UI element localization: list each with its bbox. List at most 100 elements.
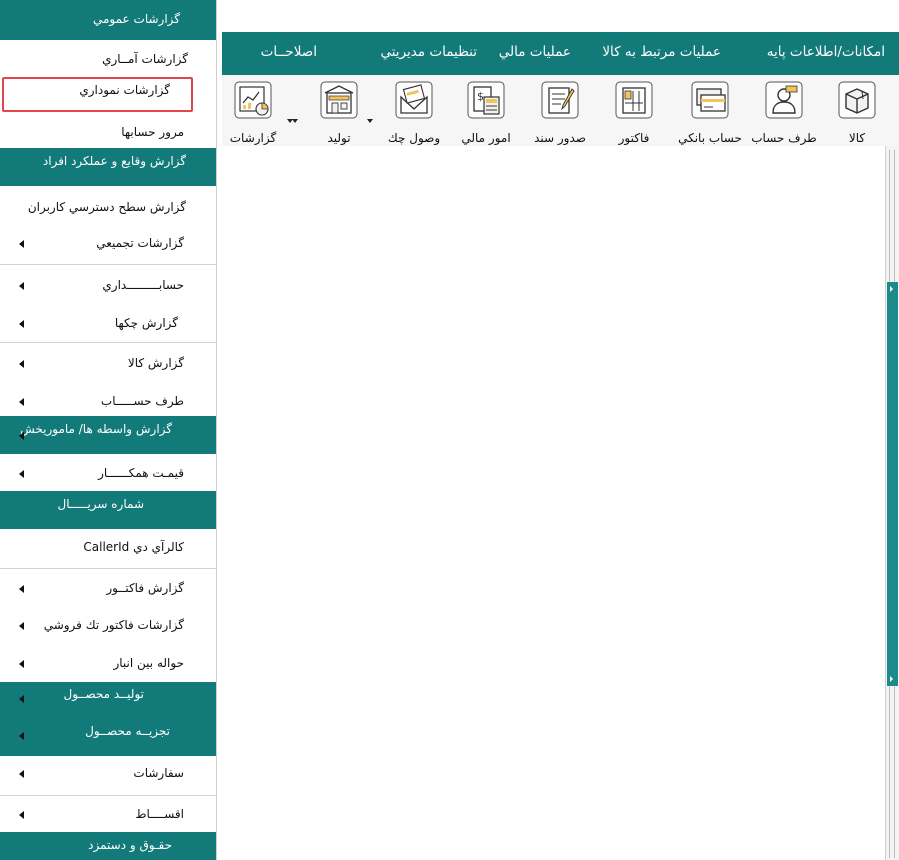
invoice-icon bbox=[615, 81, 653, 119]
sidebar-item-label: گزارش كالا bbox=[127, 356, 184, 370]
expand-arrow-icon bbox=[19, 432, 24, 440]
divider bbox=[0, 264, 216, 265]
toolbar-label: وصول چك bbox=[387, 131, 441, 145]
toolbar-receive-cheque-button[interactable]: وصول چك bbox=[367, 81, 449, 145]
expand-arrow-icon bbox=[19, 811, 24, 819]
sidebar-header-label: شماره سريـــــال bbox=[57, 497, 144, 511]
sidebar-header-product-decomposition[interactable]: تجزيــه محصــول bbox=[0, 720, 216, 756]
sidebar-item-single-sale-invoice[interactable]: گزارشات فاكتور تك فروشي bbox=[0, 612, 216, 642]
sidebar-item-counterparty[interactable]: طرف حســـــاب bbox=[0, 386, 216, 416]
toolbar-label: صدور سند bbox=[534, 131, 586, 145]
svg-text:$: $ bbox=[477, 90, 484, 103]
toolbar-label: توليد bbox=[327, 131, 351, 145]
sidebar-item-accounts-review[interactable]: مرور حسابها bbox=[0, 114, 216, 150]
toolbar-issue-voucher-button[interactable]: صدور سند bbox=[525, 81, 595, 145]
divider bbox=[0, 795, 216, 796]
scroll-up-arrow-icon bbox=[890, 286, 893, 292]
scroll-down-arrow-icon bbox=[890, 676, 893, 682]
sidebar-item-goods-report[interactable]: گزارش كالا bbox=[0, 348, 216, 378]
menu-management-settings[interactable]: تنظيمات مديريتي bbox=[380, 44, 477, 60]
expand-arrow-icon bbox=[19, 470, 24, 478]
sidebar: گزارشات عمومي گزارشات آمــاري گزارشات نم… bbox=[0, 0, 216, 860]
calculator-icon: $ bbox=[467, 81, 505, 119]
sidebar-item-statistical-reports[interactable]: گزارشات آمــاري bbox=[0, 40, 216, 78]
toolbar-reports-button[interactable]: گزارشات bbox=[218, 81, 293, 145]
sidebar-item-label: گزارش فاكتــور bbox=[106, 581, 184, 595]
sidebar-item-label: كالرآي دي CallerId bbox=[83, 540, 184, 554]
box-icon bbox=[838, 81, 876, 119]
sidebar-header-label: گزارش واسطه ها/ ماموريخش bbox=[20, 422, 172, 436]
expand-arrow-icon bbox=[19, 622, 24, 630]
sidebar-item-label: قيمـت همكــــــار bbox=[98, 466, 184, 480]
scroll-thumb[interactable] bbox=[887, 282, 898, 686]
toolbar-bank-account-button[interactable]: حساب بانكي bbox=[675, 81, 745, 145]
sidebar-header-agents-report[interactable]: گزارش واسطه ها/ ماموريخش bbox=[0, 416, 216, 454]
menu-corrections[interactable]: اصلاحــات bbox=[261, 44, 317, 60]
sidebar-item-orders[interactable]: سفارشات bbox=[0, 760, 216, 790]
sidebar-item-cheques-report[interactable]: گزارش چكها bbox=[0, 308, 216, 338]
cheque-envelope-icon bbox=[395, 81, 433, 119]
sidebar-header-events-report[interactable]: گزارش وقايع و عملكرد افراد bbox=[0, 148, 216, 186]
expand-arrow-icon bbox=[19, 360, 24, 368]
sidebar-item-label: گزارشات تجميعي bbox=[96, 236, 184, 250]
expand-arrow-icon bbox=[19, 282, 24, 290]
expand-arrow-icon bbox=[19, 770, 24, 778]
menu-goods-operations[interactable]: عمليات مرتبط به كالا bbox=[602, 44, 721, 60]
divider bbox=[0, 568, 216, 569]
menu-basic-info[interactable]: امكانات/اطلاعات پايه bbox=[767, 44, 885, 60]
toolbar-financial-affairs-button[interactable]: $ امور مالي bbox=[451, 81, 521, 145]
document-pen-icon bbox=[541, 81, 579, 119]
sidebar-header-label: توليــد محصــول bbox=[63, 687, 145, 701]
sidebar-header-label: گزارشات عمومي bbox=[92, 12, 180, 26]
sidebar-item-partner-price[interactable]: قيمـت همكــــــار bbox=[0, 460, 216, 490]
factory-icon bbox=[320, 81, 358, 119]
main-menu-bar: امكانات/اطلاعات پايه عمليات مرتبط به كال… bbox=[222, 32, 899, 75]
sidebar-item-installments[interactable]: اقســــاط bbox=[0, 801, 216, 829]
expand-arrow-icon bbox=[19, 398, 24, 406]
sidebar-header-label: تجزيــه محصــول bbox=[85, 724, 170, 738]
toolbar-label: طرف حساب bbox=[751, 131, 817, 145]
sidebar-header-label: گزارش وقايع و عملكرد افراد bbox=[42, 154, 186, 168]
sidebar-item-accounting[interactable]: حسابـــــــــداري bbox=[0, 270, 216, 300]
report-chart-icon bbox=[234, 81, 272, 119]
sidebar-item-label: گزارشات فاكتور تك فروشي bbox=[43, 618, 184, 632]
toolbar-counterparty-button[interactable]: طرف حساب bbox=[749, 81, 819, 145]
sidebar-header-product-production[interactable]: توليــد محصــول bbox=[0, 682, 216, 720]
expand-arrow-icon bbox=[19, 695, 24, 703]
sidebar-header-payroll[interactable]: حقـوق و دستمزد bbox=[0, 832, 216, 860]
sidebar-item-label: گزارشات آمــاري bbox=[102, 52, 188, 66]
sidebar-item-user-access-report[interactable]: گزارش سطح دسترسي كاربران bbox=[0, 192, 216, 222]
toolbar-label: كالا bbox=[848, 131, 866, 145]
bank-card-icon bbox=[691, 81, 729, 119]
sidebar-header-serial-number[interactable]: شماره سريـــــال bbox=[0, 491, 216, 529]
sidebar-item-warehouse-transfer[interactable]: حواله بين انبار bbox=[0, 650, 216, 680]
sidebar-item-label: اقســــاط bbox=[135, 807, 184, 821]
sidebar-header-label: حقـوق و دستمزد bbox=[88, 838, 172, 852]
expand-arrow-icon bbox=[19, 732, 24, 740]
sidebar-item-caller-id[interactable]: كالرآي دي CallerId bbox=[0, 534, 216, 564]
dropdown-arrow-icon[interactable] bbox=[287, 119, 293, 123]
sidebar-item-label: حسابـــــــــداري bbox=[102, 278, 184, 292]
sidebar-item-invoice-report[interactable]: گزارش فاكتــور bbox=[0, 574, 216, 604]
toolbar-label: امور مالي bbox=[461, 131, 511, 145]
toolbar-production-button[interactable]: توليد bbox=[292, 81, 374, 145]
sidebar-item-aggregate-reports[interactable]: گزارشات تجميعي bbox=[0, 228, 216, 258]
expand-arrow-icon bbox=[19, 320, 24, 328]
menu-financial-operations[interactable]: عمليات مالي bbox=[499, 44, 571, 60]
sidebar-item-label: حواله بين انبار bbox=[113, 656, 184, 670]
toolbar-invoice-button[interactable]: فاكتور bbox=[599, 81, 669, 145]
title-strip bbox=[217, 0, 899, 32]
divider bbox=[0, 342, 216, 343]
sidebar-item-label: سفارشات bbox=[133, 766, 184, 780]
sidebar-item-label: گزارش چكها bbox=[114, 316, 178, 330]
toolbar-goods-button[interactable]: كالا bbox=[822, 81, 892, 145]
sidebar-item-label: گزارش سطح دسترسي كاربران bbox=[27, 200, 186, 214]
sidebar-item-label: طرف حســـــاب bbox=[100, 394, 184, 408]
sidebar-item-label: مرور حسابها bbox=[121, 125, 184, 139]
sidebar-header-general-reports[interactable]: گزارشات عمومي bbox=[0, 0, 216, 40]
vertical-scrollbar[interactable] bbox=[885, 146, 899, 860]
expand-arrow-icon bbox=[19, 585, 24, 593]
selection-highlight bbox=[2, 77, 193, 112]
toolbar-label: فاكتور bbox=[618, 131, 650, 145]
person-icon bbox=[765, 81, 803, 119]
